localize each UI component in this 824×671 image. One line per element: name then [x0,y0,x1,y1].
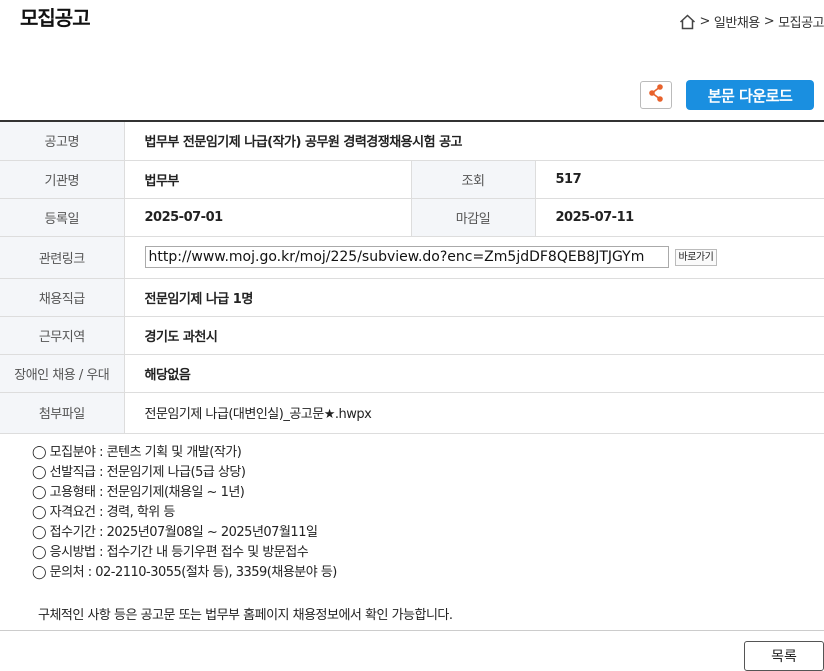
work-region-value: 경기도 과천시 [124,316,824,355]
breadcrumb-item-general-hiring[interactable]: 일반채용 [714,12,760,31]
home-icon[interactable] [679,13,696,30]
description-line: ◯ 문의처 : 02-2110-3055(절차 등), 3359(채용분야 등) [32,565,337,580]
work-region-label: 근무지역 [0,316,125,355]
action-bar: 본문 다운로드 [640,80,814,110]
title-value: 법무부 전문임기제 나급(작가) 공무원 경력경쟁채용시험 공고 [124,121,824,161]
related-link-label: 관련링크 [0,236,125,279]
description-line: ◯ 접수기간 : 2025년07월08일 ~ 2025년07월11일 [32,525,318,540]
description-line: ◯ 자격요건 : 경력, 학위 등 [32,505,175,520]
list-button[interactable]: 목록 [744,641,824,671]
download-body-button[interactable]: 본문 다운로드 [686,80,814,110]
description-line: ◯ 고용형태 : 전문임기제(채용일 ~ 1년) [32,485,245,500]
position-value: 전문임기제 나급 1명 [124,278,824,317]
share-button[interactable] [640,81,672,109]
table-row: 채용직급 전문임기제 나급 1명 [0,278,824,317]
views-label: 조회 [411,160,536,199]
attachment-file-link[interactable]: 전문임기제 나급(대변인실)_공고문★.hwpx [124,392,824,434]
breadcrumb-separator: > [699,14,711,29]
agency-value: 법무부 [124,160,412,199]
attachment-label: 첨부파일 [0,392,125,434]
table-row: 관련링크 http://www.moj.go.kr/moj/225/subvie… [0,236,824,279]
table-row: 공고명 법무부 전문임기제 나급(작가) 공무원 경력경쟁채용시험 공고 [0,121,824,161]
breadcrumb: > 일반채용 > 모집공고 [679,12,824,31]
breadcrumb-separator: > [763,14,775,29]
notice-footnote: 구체적인 사항 등은 공고문 또는 법무부 홈페이지 채용정보에서 확인 가능합… [38,608,453,623]
agency-label: 기관명 [0,160,125,199]
table-row: 등록일 2025-07-01 마감일 2025-07-11 [0,198,824,237]
table-row: 기관명 법무부 조회 517 [0,160,824,199]
go-to-link-button[interactable]: 바로가기 [674,248,718,266]
table-row: 장애인 채용 / 우대 해당없음 [0,354,824,393]
deadline-label: 마감일 [411,198,536,237]
breadcrumb-item-recruitment[interactable]: 모집공고 [778,12,824,31]
table-row: 근무지역 경기도 과천시 [0,316,824,355]
description-line: ◯ 모집분야 : 콘텐츠 기획 및 개발(작가) [32,445,242,460]
notice-info-table: 공고명 법무부 전문임기제 나급(작가) 공무원 경력경쟁채용시험 공고 기관명… [0,120,824,434]
related-link-cell: http://www.moj.go.kr/moj/225/subview.do?… [124,236,824,279]
table-row: 첨부파일 전문임기제 나급(대변인실)_공고문★.hwpx [0,392,824,434]
position-label: 채용직급 [0,278,125,317]
registered-date-value: 2025-07-01 [124,198,412,237]
description-line: ◯ 선발직급 : 전문임기제 나급(5급 상당) [32,465,246,480]
disability-preference-label: 장애인 채용 / 우대 [0,354,125,393]
registered-date-label: 등록일 [0,198,125,237]
divider [0,630,824,631]
deadline-value: 2025-07-11 [535,198,824,237]
related-link-url[interactable]: http://www.moj.go.kr/moj/225/subview.do?… [144,246,669,268]
share-icon [647,83,665,107]
page-title: 모집공고 [20,6,91,30]
notice-description: ◯ 모집분야 : 콘텐츠 기획 및 개발(작가) ◯ 선발직급 : 전문임기제 … [32,443,337,583]
description-line: ◯ 응시방법 : 접수기간 내 등기우편 접수 및 방문접수 [32,545,309,560]
disability-preference-value: 해당없음 [124,354,824,393]
title-label: 공고명 [0,121,125,161]
views-value: 517 [535,160,824,199]
